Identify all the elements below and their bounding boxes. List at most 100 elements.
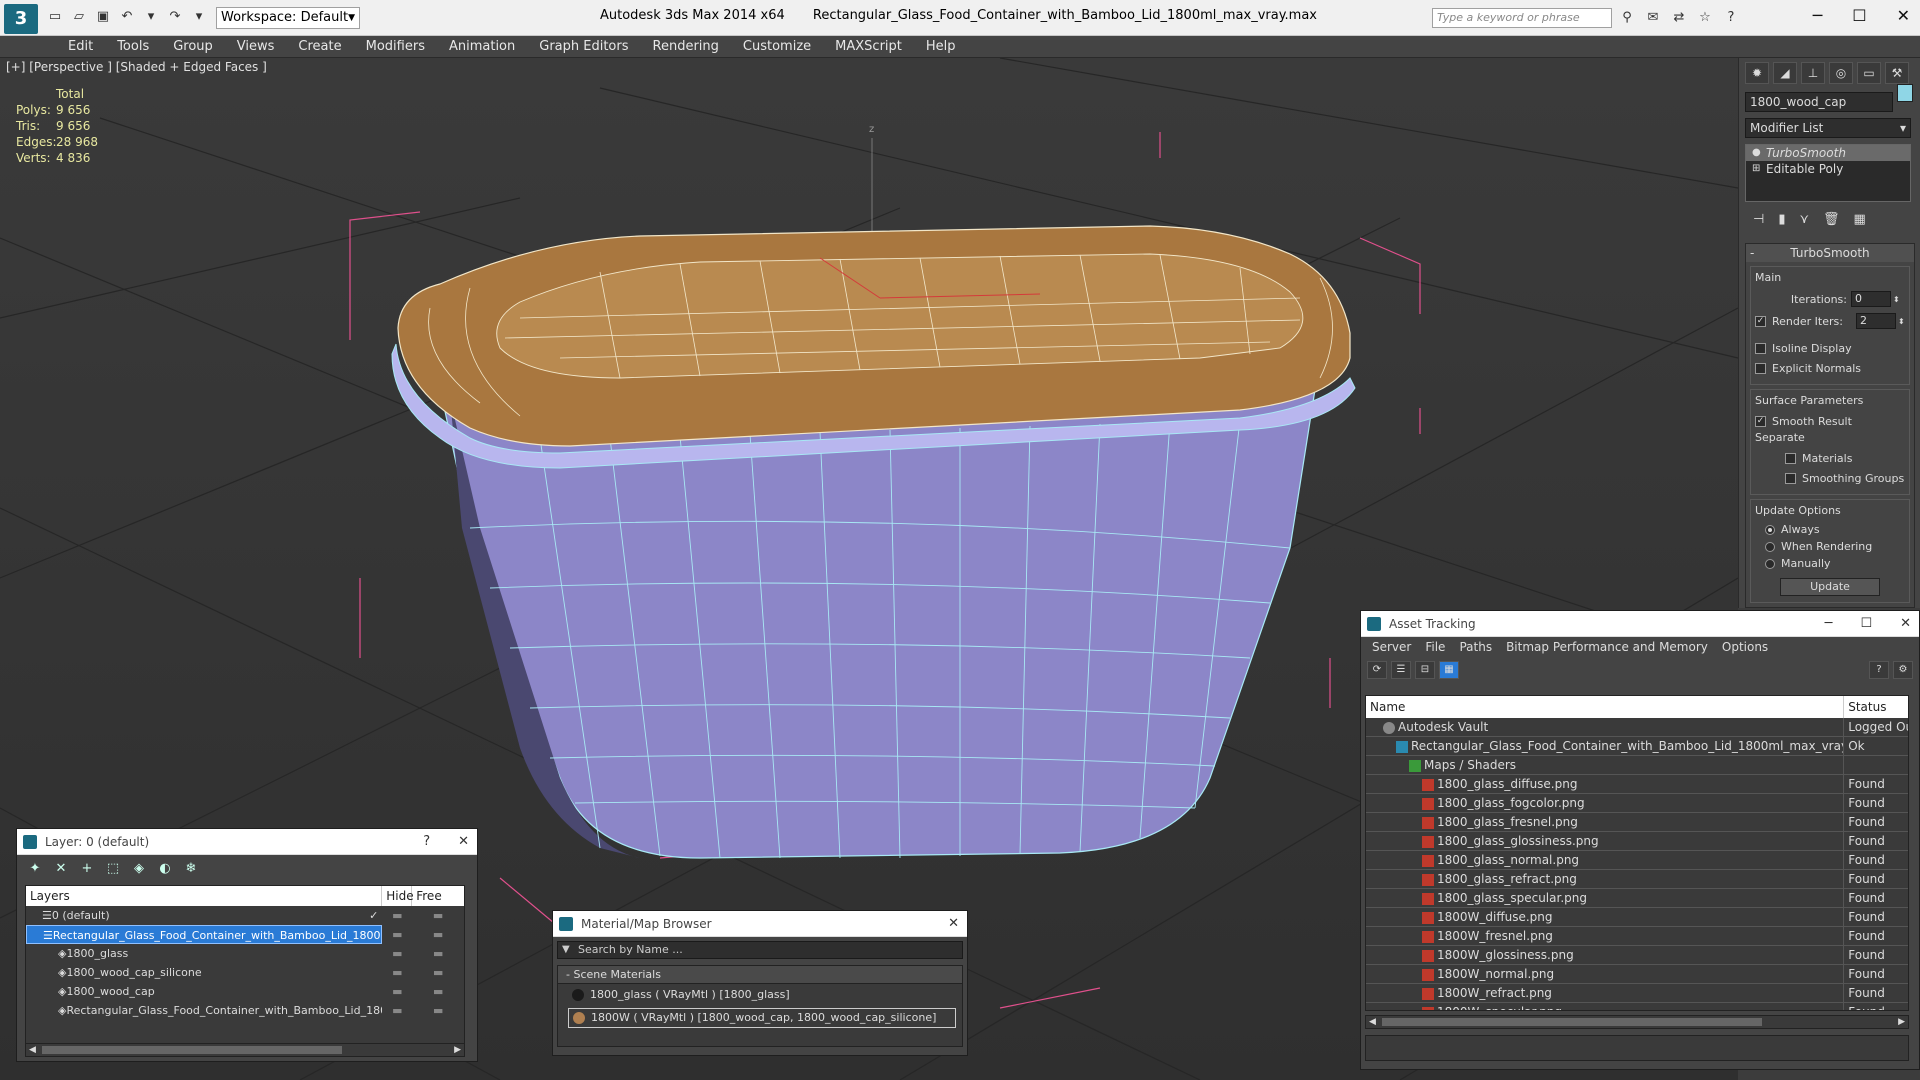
update-button[interactable]: Update [1780,578,1880,596]
list-view-icon[interactable]: ☰ [1391,661,1411,679]
freeze-all-icon[interactable]: ❄ [181,860,201,878]
freeze-toggle-icon[interactable]: ▬ [412,963,464,982]
hide-toggle-icon[interactable]: ▬ [382,963,412,982]
viewport-label[interactable]: [+] [Perspective ] [Shaded + Edged Faces… [6,60,267,74]
table-row[interactable]: Maps / Shaders [1366,756,1908,775]
hierarchy-tab-icon[interactable]: ⊥ [1801,62,1825,84]
maximize-icon[interactable]: ☐ [1860,611,1872,637]
layer-horizontal-scrollbar[interactable]: ◀ ▶ [25,1043,465,1057]
render-iters-checkbox[interactable]: ✓ [1755,315,1766,327]
table-row[interactable]: 1800_glass_fogcolor.png Found [1366,794,1908,813]
layer-row[interactable]: ◈ Rectangular_Glass_Food_Container_with_… [26,1001,464,1020]
table-row[interactable]: 1800_glass_diffuse.png Found [1366,775,1908,794]
menu-create[interactable]: Create [286,36,353,57]
scroll-thumb[interactable] [1382,1018,1762,1026]
menu-group[interactable]: Group [161,36,225,57]
layer-row[interactable]: ◈ 1800_glass ▬ ▬ [26,944,464,963]
menu-help[interactable]: Help [914,36,968,57]
when-rendering-radio[interactable] [1765,541,1775,552]
menu-customize[interactable]: Customize [731,36,823,57]
scroll-thumb[interactable] [42,1046,342,1054]
scroll-left-icon[interactable]: ◀ [1369,1016,1376,1028]
workspace-dropdown[interactable]: Workspace: Default ▼ [216,7,360,29]
spinner-arrows-icon[interactable]: ⬍ [1898,317,1905,326]
delete-layer-icon[interactable]: ✕ [51,860,71,878]
select-objects-icon[interactable]: ⬚ [103,860,123,878]
menu-edit[interactable]: Edit [56,36,105,57]
minimize-icon[interactable]: ─ [1813,6,1823,25]
object-name-field[interactable]: 1800_wood_cap [1745,92,1893,112]
material-browser-titlebar[interactable]: Material/Map Browser ✕ [553,911,967,937]
hide-all-icon[interactable]: ◐ [155,860,175,878]
menu-tools[interactable]: Tools [105,36,161,57]
column-hide[interactable]: Hide [382,886,414,906]
add-to-layer-icon[interactable]: + [77,860,97,878]
help-icon[interactable]: ? [1869,661,1889,679]
settings-icon[interactable]: ⚙ [1893,661,1913,679]
column-layers[interactable]: Layers [26,886,383,906]
hide-toggle-icon[interactable]: ▬ [382,944,412,963]
undo-dropdown-icon[interactable]: ▾ [142,8,160,26]
table-row[interactable]: 1800W_normal.png Found [1366,965,1908,984]
active-layer-checkmark[interactable]: ✓ [369,906,382,925]
spinner-arrows-icon[interactable]: ⬍ [1893,295,1900,304]
always-radio[interactable] [1765,524,1775,535]
hide-toggle-icon[interactable]: ▬ [382,925,412,944]
scroll-left-icon[interactable]: ◀ [29,1044,36,1056]
close-icon[interactable]: ✕ [1900,611,1911,637]
pin-stack-icon[interactable]: ⊣ [1753,212,1764,227]
create-tab-icon[interactable]: ✹ [1745,62,1769,84]
modifier-list-dropdown[interactable]: Modifier List ▾ [1745,118,1911,138]
table-row[interactable]: 1800_glass_fresnel.png Found [1366,813,1908,832]
column-status[interactable]: Status [1844,696,1908,718]
close-icon[interactable]: ✕ [948,911,959,937]
asset-path-field[interactable] [1365,1035,1909,1061]
menu-animation[interactable]: Animation [437,36,527,57]
layer-row[interactable]: ◈ 1800_wood_cap ▬ ▬ [26,982,464,1001]
create-layer-icon[interactable]: ✦ [25,860,45,878]
table-row[interactable]: 1800W_refract.png Found [1366,984,1908,1003]
table-row[interactable]: 1800W_diffuse.png Found [1366,908,1908,927]
menu-options[interactable]: Options [1715,637,1775,657]
binoculars-icon[interactable]: ⚲ [1618,9,1636,27]
hide-toggle-icon[interactable]: ▬ [382,906,412,925]
table-row[interactable]: 1800W_glossiness.png Found [1366,946,1908,965]
freeze-toggle-icon[interactable]: ▬ [412,1001,464,1020]
layer-explorer-titlebar[interactable]: Layer: 0 (default) ? ✕ [17,829,477,855]
layer-row[interactable]: ◈ 1800_wood_cap_silicone ▬ ▬ [26,963,464,982]
menu-modifiers[interactable]: Modifiers [354,36,437,57]
column-name[interactable]: Name [1366,696,1845,718]
maximize-icon[interactable]: ☐ [1852,6,1866,25]
material-item[interactable]: 1800_glass ( VRayMtl ) [1800_glass] [568,986,956,1006]
display-tab-icon[interactable]: ▭ [1857,62,1881,84]
rollout-header[interactable]: - TurboSmooth [1746,244,1914,262]
save-icon[interactable]: ▣ [94,8,112,26]
materials-checkbox[interactable] [1785,452,1796,464]
table-row[interactable]: 1800_glass_refract.png Found [1366,870,1908,889]
configure-sets-icon[interactable]: ▦ [1854,212,1866,227]
smooth-result-checkbox[interactable]: ✓ [1755,415,1766,427]
asset-tracking-titlebar[interactable]: Asset Tracking ─ ☐ ✕ [1361,611,1919,637]
menu-bitmap-performance[interactable]: Bitmap Performance and Memory [1499,637,1715,657]
make-unique-icon[interactable]: ⋎ [1799,212,1809,227]
menu-rendering[interactable]: Rendering [641,36,731,57]
stack-item-editable-poly[interactable]: ⊞ Editable Poly [1746,161,1910,177]
new-file-icon[interactable]: ▭ [46,8,64,26]
help-icon[interactable]: ? [1722,9,1740,27]
freeze-toggle-icon[interactable]: ▬ [412,944,464,963]
isoline-checkbox[interactable] [1755,342,1766,354]
minimize-icon[interactable]: ─ [1825,611,1833,637]
expand-icon[interactable]: ⊞ [1752,161,1760,177]
layer-row[interactable]: ☰ 0 (default) ✓ ▬ ▬ [26,906,464,925]
tree-view-icon[interactable]: ⊟ [1415,661,1435,679]
layer-row[interactable]: ☰ Rectangular_Glass_Food_Container_with_… [26,925,464,944]
table-row[interactable]: 1800_glass_normal.png Found [1366,851,1908,870]
table-row[interactable]: 1800W_fresnel.png Found [1366,927,1908,946]
refresh-icon[interactable]: ⟳ [1367,661,1387,679]
scene-materials-category[interactable]: - Scene Materials [558,966,962,984]
material-search-input[interactable]: ▼ Search by Name ... [557,941,963,959]
exchange-icon[interactable]: ⇄ [1670,9,1688,27]
smoothing-groups-checkbox[interactable] [1785,472,1796,484]
explicit-normals-checkbox[interactable] [1755,362,1766,374]
asset-horizontal-scrollbar[interactable]: ◀ ▶ [1365,1015,1909,1029]
